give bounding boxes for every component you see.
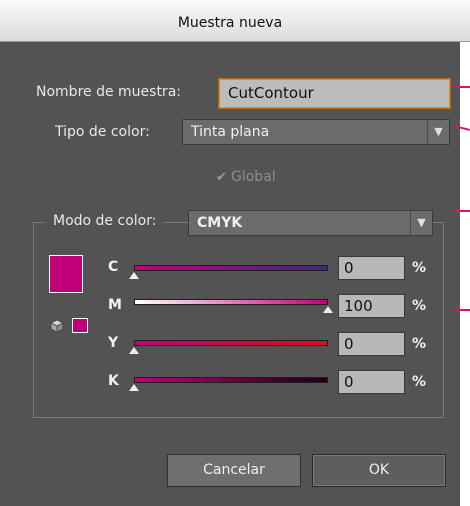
channel-c-slider[interactable] xyxy=(134,265,328,271)
web-safe-swatch[interactable] xyxy=(72,318,88,333)
channel-y-slider[interactable] xyxy=(134,340,328,346)
color-mode-value: CMYK xyxy=(197,215,243,231)
ok-button[interactable]: OK xyxy=(312,454,446,487)
channel-k-input[interactable]: 0 xyxy=(338,370,405,394)
checkmark-icon: ✔ xyxy=(216,170,227,185)
color-type-select[interactable]: Tinta plana ▼ xyxy=(182,119,450,145)
title-bar: Muestra nueva xyxy=(0,0,470,42)
global-label: Global xyxy=(231,169,276,185)
channel-m-thumb[interactable] xyxy=(323,306,333,313)
channel-m-slider[interactable] xyxy=(134,299,328,305)
channel-y-unit: % xyxy=(412,336,427,352)
swatch-name-label: Nombre de muestra: xyxy=(36,84,181,100)
channel-y-thumb[interactable] xyxy=(129,347,139,354)
color-mode-label: Modo de color: xyxy=(53,213,157,229)
channel-m-label: M xyxy=(108,297,122,313)
chevron-down-icon: ▼ xyxy=(410,211,432,235)
callout-mark xyxy=(454,86,470,88)
channel-k-unit: % xyxy=(412,374,427,390)
channel-c-unit: % xyxy=(412,260,427,276)
channel-k-thumb[interactable] xyxy=(129,384,139,391)
color-preview-swatch xyxy=(49,255,83,293)
color-mode-legend: Modo de color: xyxy=(45,208,165,234)
dialog-title: Muestra nueva xyxy=(177,15,283,31)
channel-c-label: C xyxy=(108,259,119,275)
channel-y-input[interactable]: 0 xyxy=(338,332,405,356)
channel-c-input[interactable]: 0 xyxy=(338,256,405,280)
callout-mark xyxy=(454,210,470,212)
out-of-web-gamut-cube-icon[interactable] xyxy=(50,319,64,333)
channel-k-label: K xyxy=(108,373,119,389)
swatch-name-input[interactable]: CutContour xyxy=(218,78,451,109)
channel-m-input[interactable]: 100 xyxy=(338,294,405,318)
color-type-value: Tinta plana xyxy=(191,124,270,140)
channel-c-thumb[interactable] xyxy=(129,272,139,279)
chevron-down-icon: ▼ xyxy=(427,120,449,144)
global-checkbox[interactable]: ✔ Global xyxy=(216,169,276,185)
color-mode-select[interactable]: CMYK ▼ xyxy=(188,210,433,236)
channel-k-slider[interactable] xyxy=(134,377,328,383)
channel-y-label: Y xyxy=(108,335,119,351)
cancel-button[interactable]: Cancelar xyxy=(167,454,301,487)
new-swatch-dialog: Muestra nueva Nombre de muestra: CutCont… xyxy=(0,0,470,506)
callout-mark xyxy=(454,309,470,311)
channel-m-unit: % xyxy=(412,298,427,314)
color-type-label: Tipo de color: xyxy=(55,124,150,140)
